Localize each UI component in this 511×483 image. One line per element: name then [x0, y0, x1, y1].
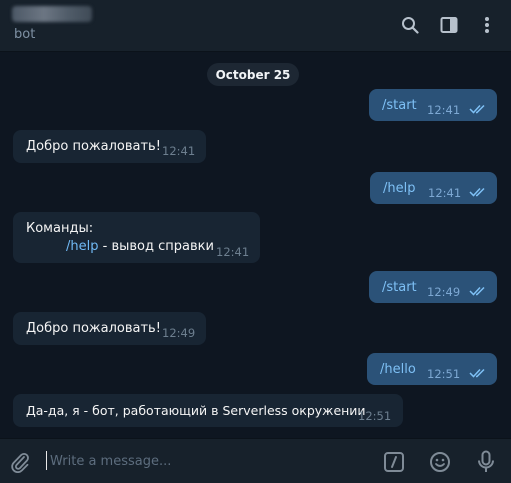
- search-icon[interactable]: [399, 14, 421, 36]
- message-time: 12:41: [427, 103, 461, 117]
- message-time: 12:49: [162, 326, 196, 340]
- more-vertical-icon[interactable]: [476, 14, 498, 36]
- text-caret: [46, 451, 47, 470]
- date-separator: October 25: [207, 63, 299, 86]
- incoming-message[interactable]: Команды: /help - вывод справки 12:41: [13, 212, 260, 263]
- chat-header: bot: [0, 0, 511, 52]
- sidebar-toggle-icon[interactable]: [438, 14, 460, 36]
- outgoing-message[interactable]: /hello 12:51: [367, 353, 497, 385]
- message-title: Команды:: [26, 221, 94, 236]
- message-input[interactable]: Write a message...: [50, 453, 370, 471]
- double-check-icon: [469, 187, 485, 197]
- attach-icon[interactable]: [8, 450, 32, 474]
- incoming-message[interactable]: Добро пожаловать! 12:49: [13, 312, 206, 345]
- bot-status: bot: [14, 27, 36, 42]
- double-check-icon: [469, 286, 485, 296]
- bot-name-redacted[interactable]: [12, 6, 92, 22]
- bot-command-icon[interactable]: [382, 450, 406, 474]
- message-text: /start: [382, 98, 417, 113]
- command-description: - вывод справки: [98, 239, 214, 254]
- message-time: 12:51: [427, 367, 461, 381]
- double-check-icon: [469, 368, 485, 378]
- message-composer: Write a message...: [0, 438, 511, 483]
- outgoing-message[interactable]: /start 12:41: [369, 89, 497, 121]
- message-text: /help: [383, 181, 416, 196]
- message-text: Да-да, я - бот, работающий в Serverless …: [26, 403, 366, 418]
- incoming-message[interactable]: Да-да, я - бот, работающий в Serverless …: [13, 394, 403, 427]
- message-text: /hello: [380, 362, 416, 377]
- message-text: /start: [382, 280, 417, 295]
- message-command-line: /help - вывод справки: [66, 238, 214, 255]
- outgoing-message[interactable]: /start 12:49: [369, 271, 497, 303]
- message-time: 12:41: [216, 245, 250, 259]
- message-time: 12:49: [427, 285, 461, 299]
- message-time: 12:51: [358, 409, 392, 423]
- message-text: Добро пожаловать!: [26, 139, 161, 154]
- outgoing-message[interactable]: /help 12:41: [370, 172, 497, 204]
- message-text: Добро пожаловать!: [26, 321, 161, 336]
- command-link[interactable]: /help: [66, 239, 98, 254]
- microphone-icon[interactable]: [474, 450, 498, 474]
- message-time: 12:41: [428, 186, 462, 200]
- message-list[interactable]: October 25 /start 12:41 Добро пожаловать…: [0, 53, 511, 438]
- emoji-icon[interactable]: [428, 450, 452, 474]
- double-check-icon: [469, 104, 485, 114]
- incoming-message[interactable]: Добро пожаловать! 12:41: [13, 130, 206, 163]
- message-time: 12:41: [162, 144, 196, 158]
